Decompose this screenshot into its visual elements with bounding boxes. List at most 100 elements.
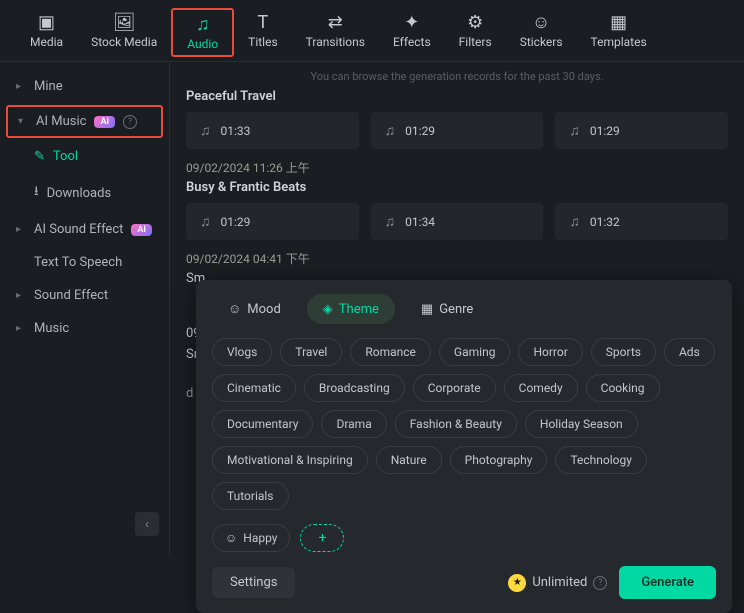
theme-chip[interactable]: Tutorials	[212, 482, 289, 510]
tab-genre[interactable]: ▦Genre	[405, 294, 489, 324]
track-duration: 01:29	[221, 215, 251, 229]
sidebar-sound-effect[interactable]: ▸ Sound Effect	[0, 279, 169, 312]
ai-badge: AI	[131, 224, 152, 236]
sidebar-downloads[interactable]: ⭳ Downloads	[0, 173, 169, 213]
theme-chip[interactable]: Holiday Season	[525, 410, 638, 438]
theme-chip[interactable]: Gaming	[439, 338, 511, 366]
chevron-right-icon: ▸	[16, 323, 26, 334]
music-note-icon: ♫	[569, 122, 580, 139]
nav-stickers[interactable]: ☺ Stickers	[506, 8, 577, 57]
unlimited-label: Unlimited	[532, 575, 587, 590]
nav-label: Filters	[459, 35, 492, 49]
theme-chip[interactable]: Motivational & Inspiring	[212, 446, 368, 474]
theme-chip[interactable]: Ads	[664, 338, 715, 366]
sidebar-label: AI Sound Effect	[34, 222, 123, 237]
theme-chip[interactable]: Horror	[518, 338, 582, 366]
tab-label: Theme	[339, 302, 379, 317]
theme-chip[interactable]: Travel	[280, 338, 342, 366]
sidebar-label: AI Music	[36, 114, 86, 129]
chip-label: Happy	[243, 531, 277, 545]
nav-stock-media[interactable]: 🖼 Stock Media	[77, 8, 171, 57]
track-duration: 01:29	[590, 124, 620, 138]
nav-filters[interactable]: ⚙ Filters	[445, 8, 506, 57]
sidebar-label: Tool	[53, 149, 78, 164]
help-icon[interactable]: ?	[123, 115, 137, 129]
track-card[interactable]: ♫ 01:29	[555, 112, 728, 149]
sidebar-label: Mine	[34, 79, 63, 94]
theme-chip[interactable]: Corporate	[413, 374, 496, 402]
sidebar-ai-sound-effect[interactable]: ▸ AI Sound Effect AI	[0, 213, 169, 246]
smile-icon: ☺	[228, 301, 241, 317]
filters-icon: ⚙	[467, 12, 483, 32]
theme-chip[interactable]: Documentary	[212, 410, 313, 438]
transitions-icon: ⇄	[328, 12, 343, 32]
sidebar-music[interactable]: ▸ Music	[0, 312, 169, 345]
theme-chip[interactable]: Photography	[450, 446, 548, 474]
track-duration: 01:29	[405, 124, 435, 138]
sidebar-ai-music[interactable]: ▾ AI Music AI ?	[6, 105, 163, 138]
sidebar-label: Sound Effect	[34, 288, 108, 303]
crown-icon: ★	[508, 574, 526, 592]
nav-label: Stickers	[520, 35, 563, 49]
content-hint: You can browse the generation records fo…	[186, 70, 728, 83]
theme-chip[interactable]: Comedy	[504, 374, 578, 402]
titles-icon: T	[258, 12, 269, 32]
theme-chip[interactable]: Cinematic	[212, 374, 296, 402]
track-row: ♫01:33 ♫01:29 ♫01:29	[186, 112, 728, 149]
section-timestamp: 09/02/2024 11:26 上午	[186, 159, 728, 176]
theme-chip[interactable]: Romance	[350, 338, 431, 366]
panel-bottom-bar: Settings ★ Unlimited ? Generate	[212, 566, 716, 599]
sidebar: ▸ Mine ▾ AI Music AI ? ✎ Tool ⭳ Download…	[0, 62, 170, 554]
theme-chip[interactable]: Broadcasting	[304, 374, 405, 402]
track-duration: 01:33	[221, 124, 251, 138]
track-card[interactable]: ♫ 01:34	[371, 203, 544, 240]
track-card[interactable]: ♫ 01:32	[555, 203, 728, 240]
theme-chip[interactable]: Drama	[321, 410, 386, 438]
section-title: Busy & Frantic Beats	[186, 180, 728, 195]
tab-theme[interactable]: ◈Theme	[307, 294, 395, 324]
track-card[interactable]: ♫01:33	[186, 112, 359, 149]
sidebar-label: Music	[34, 321, 69, 336]
nav-label: Templates	[591, 35, 647, 49]
nav-effects[interactable]: ✦ Effects	[379, 8, 445, 57]
track-duration: 01:34	[405, 215, 435, 229]
theme-chip[interactable]: Cooking	[586, 374, 660, 402]
chevron-right-icon: ▸	[16, 81, 26, 92]
sidebar-label: Text To Speech	[34, 255, 122, 270]
sidebar-tool[interactable]: ✎ Tool	[0, 140, 169, 173]
nav-label: Media	[30, 35, 63, 49]
theme-chip[interactable]: Sports	[591, 338, 656, 366]
tab-mood[interactable]: ☺Mood	[212, 294, 297, 324]
track-card[interactable]: ♫01:29	[371, 112, 544, 149]
settings-button[interactable]: Settings	[212, 567, 295, 598]
theme-chip[interactable]: Nature	[376, 446, 442, 474]
theme-chip[interactable]: Fashion & Beauty	[395, 410, 517, 438]
theme-chip[interactable]: Technology	[555, 446, 646, 474]
sidebar-collapse-button[interactable]: ‹	[135, 512, 159, 536]
track-card[interactable]: ♫01:29	[186, 203, 359, 240]
help-icon[interactable]: ?	[593, 576, 607, 590]
nav-audio[interactable]: ♫ Audio	[171, 8, 234, 57]
nav-label: Effects	[393, 35, 431, 49]
nav-transitions[interactable]: ⇄ Transitions	[292, 8, 379, 57]
music-note-icon: ♫	[385, 213, 396, 230]
nav-label: Stock Media	[91, 35, 157, 49]
track-duration: 01:32	[590, 215, 620, 229]
wand-icon: ✎	[34, 149, 45, 164]
stock-media-icon: 🖼	[113, 12, 136, 32]
nav-media[interactable]: ▣ Media	[16, 8, 77, 57]
effects-icon: ✦	[404, 12, 419, 32]
section-timestamp: 09/02/2024 04:41 下午	[186, 250, 728, 267]
music-note-icon: ♫	[569, 213, 580, 230]
nav-templates[interactable]: ▦ Templates	[577, 8, 661, 57]
unlimited-badge[interactable]: ★ Unlimited ?	[508, 574, 607, 592]
sidebar-text-to-speech[interactable]: Text To Speech	[0, 246, 169, 279]
nav-titles[interactable]: T Titles	[234, 8, 291, 57]
theme-chip[interactable]: Vlogs	[212, 338, 272, 366]
sidebar-mine[interactable]: ▸ Mine	[0, 70, 169, 103]
generate-button[interactable]: Generate	[619, 566, 716, 599]
tab-label: Genre	[439, 302, 473, 317]
smile-icon: ☺	[225, 531, 237, 545]
theme-chips: VlogsTravelRomanceGamingHorrorSportsAdsC…	[212, 338, 716, 510]
chevron-right-icon: ▸	[16, 224, 26, 235]
